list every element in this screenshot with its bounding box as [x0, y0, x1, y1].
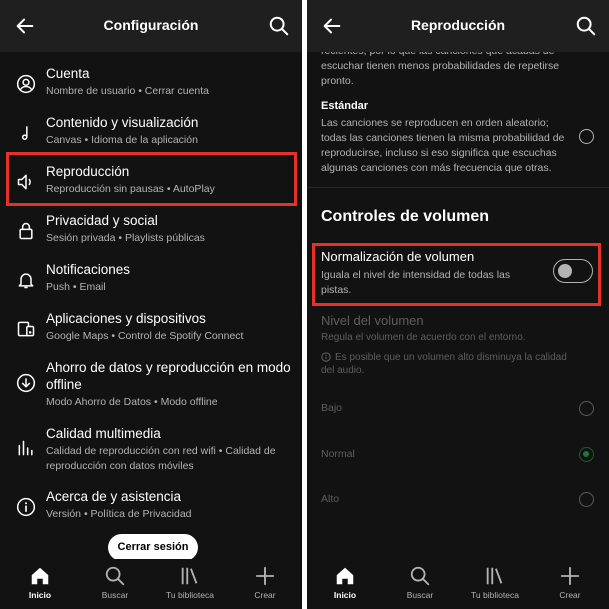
settings-item-apps-devices[interactable]: Aplicaciones y dispositivos Google Maps …	[0, 307, 302, 353]
devices-icon	[17, 321, 35, 337]
plus-icon	[255, 566, 275, 586]
settings-item-label: Privacidad y social	[46, 213, 158, 228]
nav-library-label: Tu biblioteca	[166, 590, 214, 600]
option-normal-label: Normal	[321, 448, 355, 460]
settings-item-about[interactable]: Acerca de y asistencia Versión • Polític…	[0, 485, 302, 531]
settings-item-label: Aplicaciones y dispositivos	[46, 311, 206, 326]
playback-screen: recientes, por lo que las canciones que …	[307, 0, 609, 609]
info-icon	[321, 352, 331, 362]
nav-search[interactable]: Buscar	[85, 565, 145, 600]
settings-item-label: Contenido y visualización	[46, 115, 199, 130]
user-circle-icon	[16, 74, 36, 94]
settings-item-sub-line2: reproducción con datos móviles	[46, 460, 194, 472]
option-standard-desc: Las canciones se reproducen en orden ale…	[321, 116, 571, 176]
lock-icon	[19, 222, 33, 240]
nav-search[interactable]: Buscar	[390, 565, 450, 600]
settings-item-account[interactable]: Cuenta Nombre de usuario • Cerrar cuenta	[0, 62, 302, 108]
home-icon	[336, 567, 354, 585]
volume-warning-line2: del audio.	[321, 365, 365, 376]
settings-item-sub-line1: Calidad de reproducción con red wifi • C…	[46, 445, 276, 457]
settings-item-privacy[interactable]: Privacidad y social Sesión privada • Pla…	[0, 209, 302, 255]
text-line: todas las canciones tienen la misma prob…	[321, 132, 565, 144]
info-icon	[16, 497, 36, 517]
settings-item-sub: Modo Ahorro de Datos • Modo offline	[46, 396, 218, 408]
library-icon	[181, 567, 198, 585]
volume-level-desc: Regula el volumen de acuerdo con el ento…	[321, 332, 526, 343]
text-line: escuchar tienen menos probabilidades de …	[321, 60, 560, 72]
settings-item-label-line1: Ahorro de datos y reproducción en modo	[46, 360, 291, 375]
plus-icon	[560, 566, 580, 586]
settings-item-label: Cuenta	[46, 66, 90, 81]
section-title: Controles de volumen	[321, 208, 490, 225]
search-icon	[410, 566, 430, 586]
text-line: pronto.	[321, 75, 354, 87]
text-line: reproducirse, incluso si eso significa q…	[321, 147, 557, 159]
text-line: Las canciones se reproducen en orden ale…	[321, 117, 549, 129]
nav-create-label: Crear	[254, 590, 276, 600]
nav-create[interactable]: Crear	[235, 565, 295, 600]
settings-item-data-saver[interactable]: Ahorro de datos y reproducción en modo o…	[0, 356, 302, 416]
nav-create-label: Crear	[559, 590, 581, 600]
page-title: Reproducción	[410, 17, 506, 33]
search-icon[interactable]	[268, 15, 290, 37]
settings-item-label: Acerca de y asistencia	[46, 489, 182, 504]
settings-item-label: Calidad multimedia	[46, 426, 161, 441]
download-circle-icon	[16, 373, 36, 393]
nav-create[interactable]: Crear	[540, 565, 600, 600]
nav-search-label: Buscar	[101, 590, 129, 600]
search-icon[interactable]	[575, 15, 597, 37]
settings-item-sub: Google Maps • Control de Spotify Connect	[46, 330, 244, 342]
settings-item-label-line2: offline	[46, 377, 82, 392]
nav-library-label: Tu biblioteca	[471, 590, 519, 600]
normal-radio[interactable]	[579, 447, 594, 462]
nav-search-label: Buscar	[406, 590, 434, 600]
settings-item-sub: Nombre de usuario • Cerrar cuenta	[46, 85, 210, 97]
option-low-label: Bajo	[321, 402, 343, 414]
bars-icon	[18, 440, 33, 456]
highlight-box-normalization	[312, 243, 601, 306]
option-high-label: Alto	[321, 493, 340, 505]
nav-home-label: Inicio	[28, 590, 52, 600]
music-note-icon	[21, 126, 28, 140]
nav-home[interactable]: Inicio	[10, 565, 70, 600]
bottom-nav: Inicio Buscar Tu biblioteca Crear	[0, 559, 302, 609]
divider	[307, 187, 609, 188]
settings-item-media-quality[interactable]: Calidad multimedia Calidad de reproducci…	[0, 422, 302, 482]
top-bar: Configuración	[0, 0, 302, 52]
settings-item-sub: Push • Email	[46, 281, 106, 293]
nav-library[interactable]: Tu biblioteca	[160, 565, 220, 600]
settings-item-sub: Sesión privada • Playlists públicas	[46, 232, 205, 244]
volume-level-label: Nivel del volumen	[321, 313, 424, 328]
page-title: Configuración	[103, 17, 199, 33]
home-icon	[31, 567, 49, 585]
search-icon	[105, 566, 125, 586]
logout-button[interactable]: Cerrar sesión	[108, 534, 198, 561]
settings-item-sub: Canvas • Idioma de la aplicación	[46, 134, 198, 146]
low-radio[interactable]	[579, 401, 594, 416]
nav-home-label: Inicio	[333, 590, 357, 600]
bottom-nav: Inicio Buscar Tu biblioteca Crear	[307, 559, 609, 609]
option-standard-label: Estándar	[321, 100, 369, 112]
nav-library[interactable]: Tu biblioteca	[465, 565, 525, 600]
highlight-box-playback	[6, 152, 297, 206]
volume-warning: Es posible que un volumen alto disminuya…	[335, 351, 595, 365]
standard-radio[interactable]	[579, 129, 594, 144]
settings-item-sub: Versión • Política de Privacidad	[46, 508, 192, 520]
bell-icon	[18, 273, 34, 289]
text-line: Es posible que un volumen alto disminuya…	[335, 352, 567, 363]
settings-item-label: Notificaciones	[46, 262, 131, 277]
top-bar: Reproducción	[307, 0, 609, 52]
high-radio[interactable]	[579, 492, 594, 507]
nav-home[interactable]: Inicio	[315, 565, 375, 600]
settings-item-content[interactable]: Contenido y visualización Canvas • Idiom…	[0, 111, 302, 157]
settings-item-notifications[interactable]: Notificaciones Push • Email	[0, 258, 302, 304]
library-icon	[486, 567, 503, 585]
settings-screen: Configuración Cuenta Nombre de usuario •…	[0, 0, 302, 609]
text-line: algunas canciones con más frecuencia que…	[321, 162, 552, 174]
